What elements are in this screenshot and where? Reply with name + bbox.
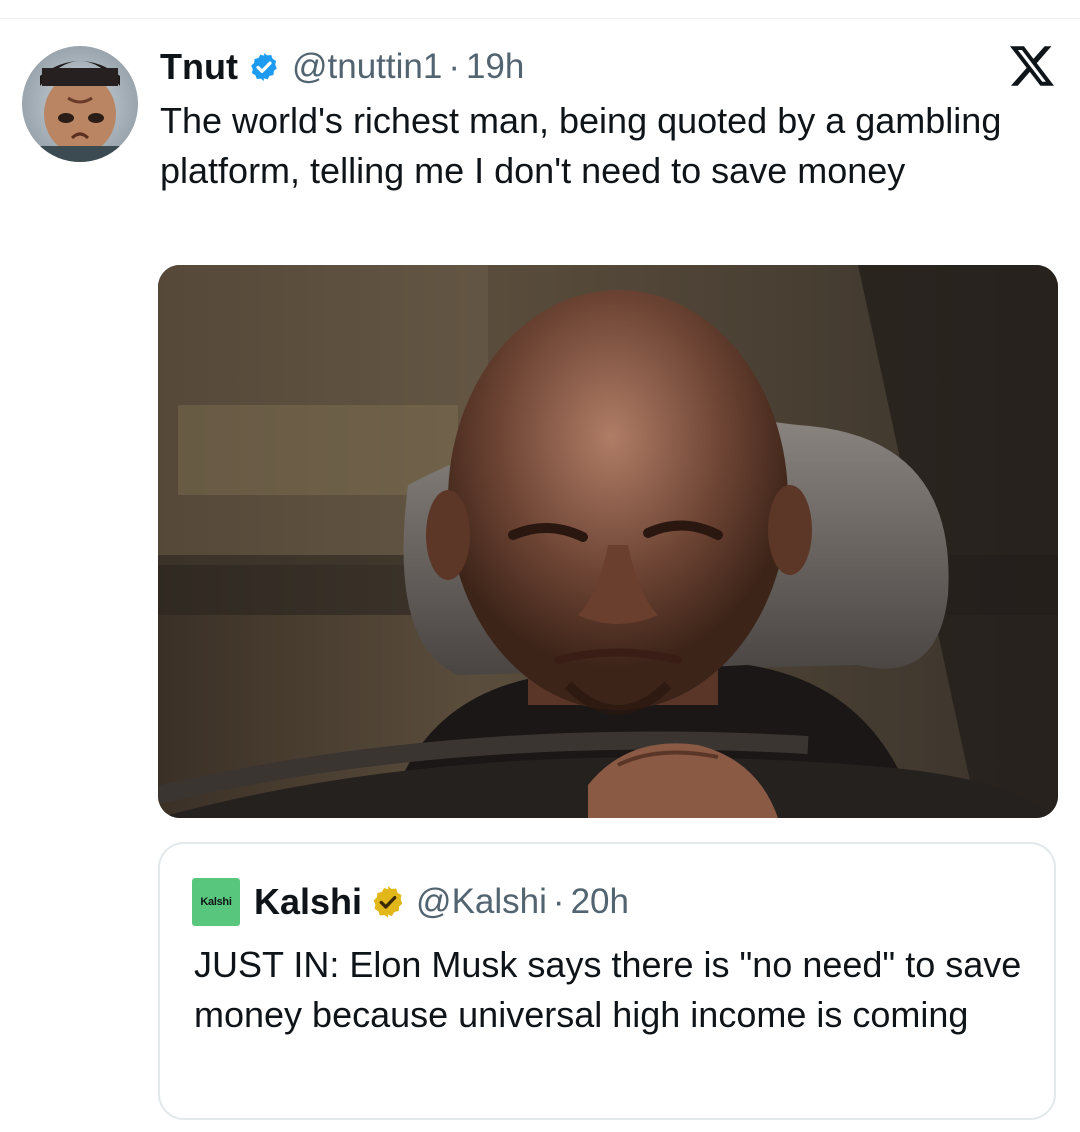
media-photo — [158, 265, 1058, 818]
author-handle[interactable]: @tnuttin1 — [292, 47, 442, 87]
avatar-image — [22, 46, 138, 162]
quoted-author-handle[interactable]: @Kalshi — [416, 882, 547, 922]
author-avatar[interactable] — [22, 46, 138, 162]
quoted-tweet-text: JUST IN: Elon Musk says there is "no nee… — [194, 944, 1022, 1035]
tweet-timestamp[interactable]: 19h — [466, 47, 524, 87]
tweet-media-image[interactable] — [158, 265, 1058, 818]
quoted-tweet-timestamp[interactable]: 20h — [571, 882, 629, 922]
quoted-tweet-card[interactable]: Kalshi Kalshi @Kalshi · 20h JUST IN: Elo… — [158, 842, 1056, 1120]
author-name[interactable]: Tnut — [160, 46, 238, 88]
quoted-author-name[interactable]: Kalshi — [254, 881, 362, 923]
top-divider — [0, 18, 1080, 19]
verified-badge-icon — [248, 51, 280, 83]
gold-verified-badge-icon — [370, 884, 406, 920]
separator-dot: · — [448, 47, 460, 86]
tweet-text: The world's richest man, being quoted by… — [160, 100, 1002, 191]
quoted-author-avatar[interactable]: Kalshi — [192, 878, 240, 926]
quoted-separator-dot: · — [552, 882, 565, 921]
x-logo-icon — [1010, 44, 1054, 88]
kalshi-logo-text: Kalshi — [200, 896, 232, 908]
quoted-tweet-header: Kalshi Kalshi @Kalshi · 20h — [192, 878, 629, 926]
tweet-header: Tnut @tnuttin1 · 19h — [160, 42, 524, 92]
